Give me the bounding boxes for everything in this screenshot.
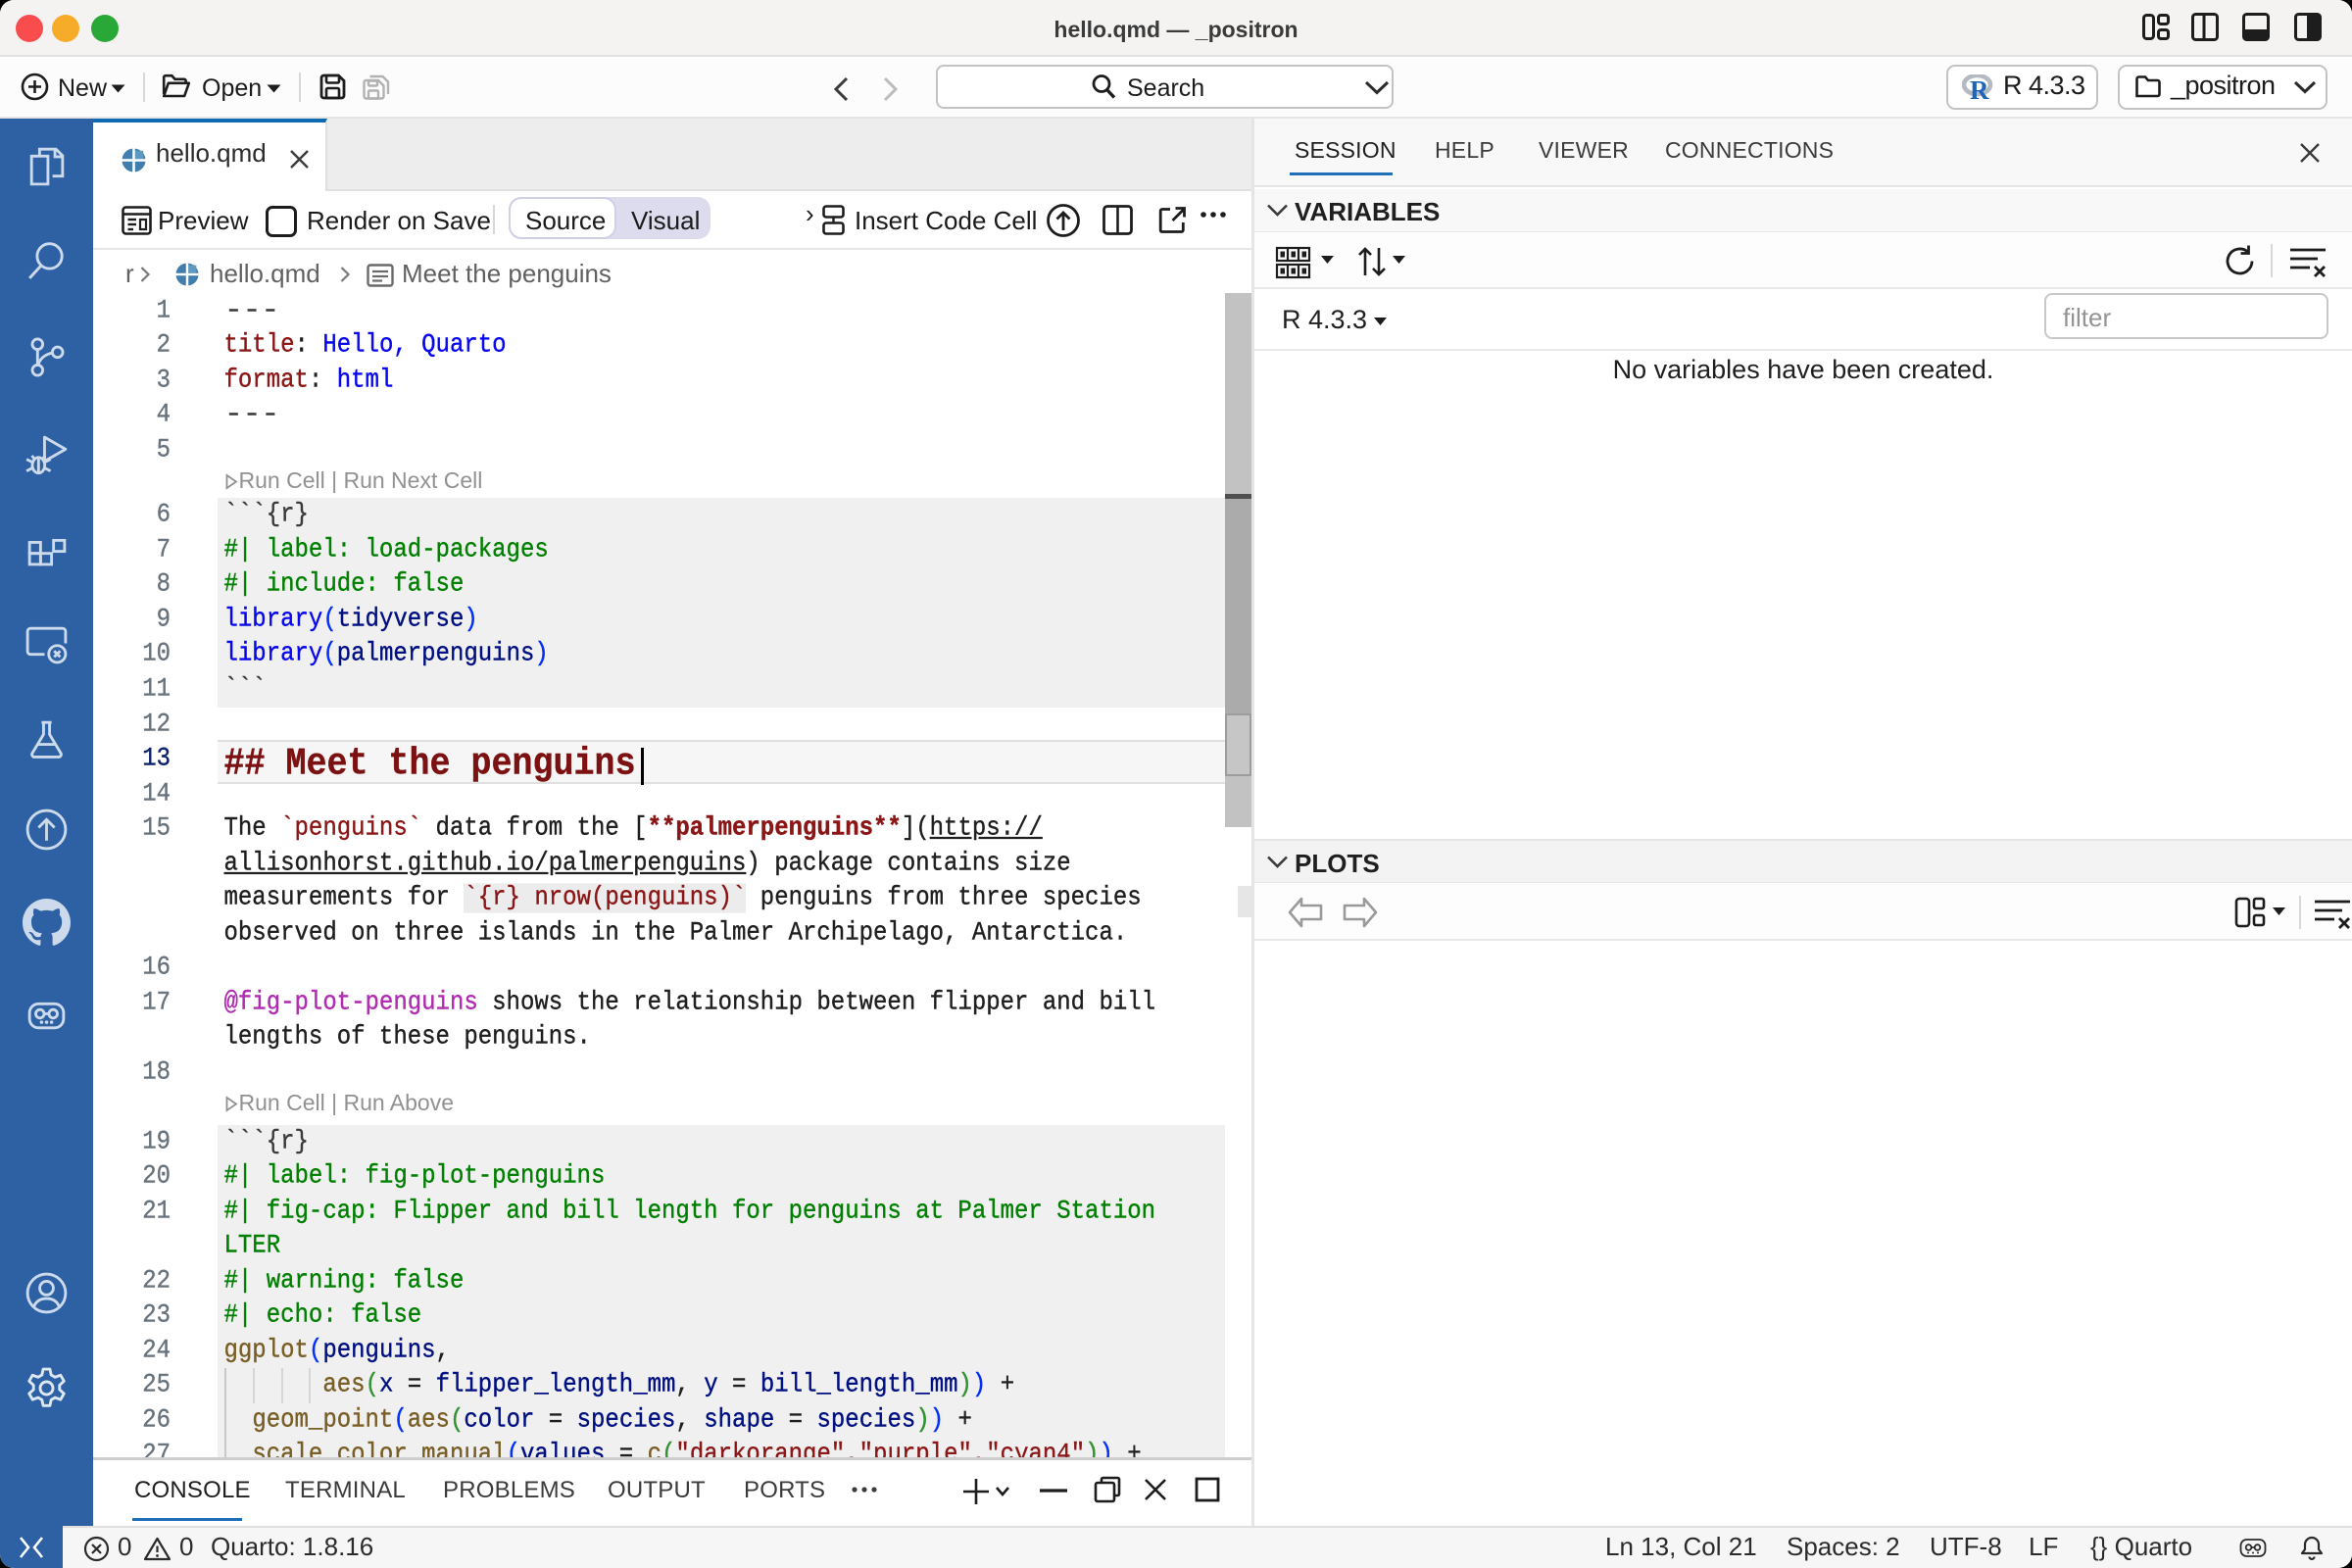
svg-text:R: R <box>1970 75 1989 101</box>
